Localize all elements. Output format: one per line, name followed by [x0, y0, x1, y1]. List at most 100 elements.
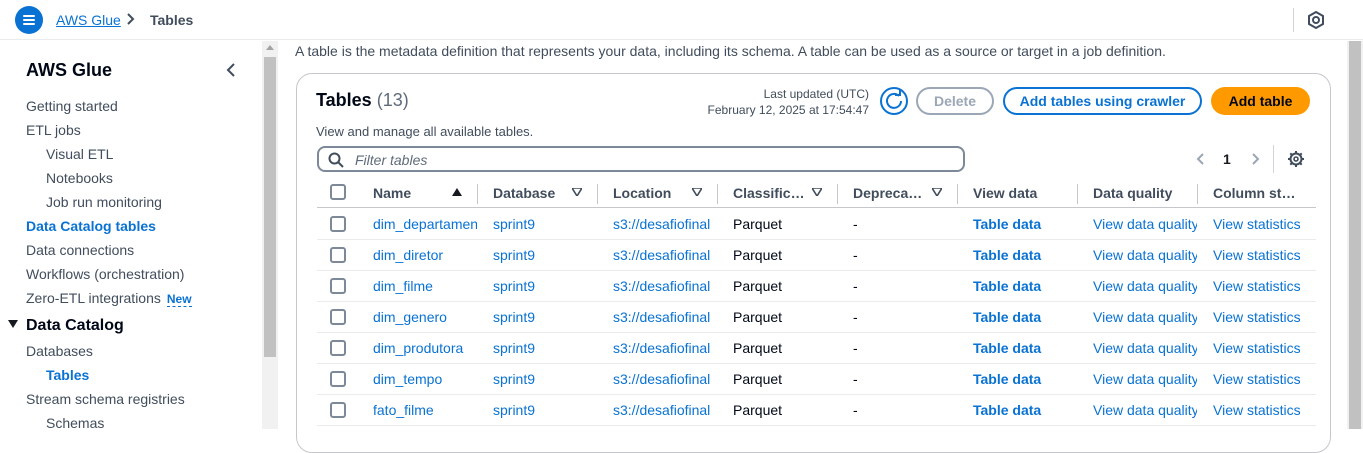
sidebar-item-data-connections[interactable]: Data connections [26, 242, 134, 258]
table-data-link[interactable]: Table data [973, 371, 1077, 387]
next-page-icon[interactable] [1248, 152, 1262, 166]
sidebar-item-visual-etl[interactable]: Visual ETL [46, 146, 113, 162]
row-checkbox[interactable] [330, 247, 346, 263]
row-checkbox[interactable] [330, 216, 346, 232]
location-link[interactable]: s3://desafiofinal [613, 216, 717, 232]
database-link[interactable]: sprint9 [493, 278, 597, 294]
delete-button[interactable]: Delete [916, 87, 994, 115]
sidebar-scrollbar[interactable] [262, 41, 278, 429]
table-name-link[interactable]: dim_filme [373, 278, 477, 294]
location-link[interactable]: s3://desafiofinal [613, 402, 717, 418]
hamburger-menu-icon[interactable] [15, 6, 43, 34]
sidebar-item-stream-schema-registries[interactable]: Stream schema registries [26, 391, 185, 407]
sidebar-item-etl-jobs[interactable]: ETL jobs [26, 122, 81, 138]
sidebar-item-databases[interactable]: Databases [26, 343, 93, 359]
location-link[interactable]: s3://desafiofinal [613, 309, 717, 325]
table-row: dim_tempo sprint9 s3://desafiofinal Parquet… [317, 364, 1316, 395]
column-header-name[interactable]: Name [373, 185, 443, 201]
row-checkbox[interactable] [330, 309, 346, 325]
location-link[interactable]: s3://desafiofinal [613, 340, 717, 356]
breadcrumb-aws-glue[interactable]: AWS Glue [56, 12, 121, 28]
view-data-quality-link[interactable]: View data quality [1093, 278, 1197, 294]
view-statistics-link[interactable]: View statistics [1213, 216, 1316, 232]
view-data-quality-link[interactable]: View data quality [1093, 247, 1197, 263]
select-all-checkbox[interactable] [330, 184, 346, 200]
database-link[interactable]: sprint9 [493, 309, 597, 325]
table-data-link[interactable]: Table data [973, 216, 1077, 232]
sort-ascending-icon[interactable] [452, 188, 462, 196]
refresh-button[interactable] [880, 87, 908, 115]
scrollbar-thumb[interactable] [1349, 41, 1361, 429]
column-divider [1197, 184, 1198, 204]
sort-caret-down-icon[interactable] [932, 188, 942, 196]
view-data-quality-link[interactable]: View data quality [1093, 309, 1197, 325]
filter-tables-input[interactable]: Filter tables [317, 146, 965, 172]
sidebar-item-zero-etl[interactable]: Zero-ETL integrations New [26, 290, 192, 307]
table-data-link[interactable]: Table data [973, 247, 1077, 263]
database-link[interactable]: sprint9 [493, 216, 597, 232]
database-link[interactable]: sprint9 [493, 402, 597, 418]
row-checkbox[interactable] [330, 371, 346, 387]
view-data-quality-link[interactable]: View data quality [1093, 340, 1197, 356]
view-statistics-link[interactable]: View statistics [1213, 402, 1316, 418]
table-data-link[interactable]: Table data [973, 340, 1077, 356]
scrollbar-thumb[interactable] [264, 57, 276, 357]
sidebar-item-workflows[interactable]: Workflows (orchestration) [26, 266, 184, 282]
column-header-location[interactable]: Location [613, 185, 683, 201]
location-link[interactable]: s3://desafiofinal [613, 247, 717, 263]
sidebar-section-data-catalog[interactable]: Data Catalog [8, 317, 124, 335]
database-link[interactable]: sprint9 [493, 371, 597, 387]
table-name-link[interactable]: dim_diretor [373, 247, 477, 263]
column-header-database[interactable]: Database [493, 185, 563, 201]
collapse-sidebar-icon[interactable] [222, 61, 240, 79]
database-link[interactable]: sprint9 [493, 340, 597, 356]
add-table-button[interactable]: Add table [1211, 87, 1310, 115]
deprecated-cell: - [853, 247, 858, 263]
scroll-up-icon[interactable] [266, 45, 274, 50]
sort-caret-down-icon[interactable] [692, 188, 702, 196]
column-header-deprecated[interactable]: Depreca… [853, 185, 923, 201]
location-link[interactable]: s3://desafiofinal [613, 371, 717, 387]
page-number[interactable]: 1 [1223, 151, 1231, 167]
sidebar-item-notebooks[interactable]: Notebooks [46, 170, 113, 186]
row-checkbox[interactable] [330, 278, 346, 294]
view-statistics-link[interactable]: View statistics [1213, 247, 1316, 263]
view-statistics-link[interactable]: View statistics [1213, 278, 1316, 294]
database-link[interactable]: sprint9 [493, 247, 597, 263]
previous-page-icon[interactable] [1194, 152, 1208, 166]
sidebar-item-data-catalog-tables[interactable]: Data Catalog tables [26, 218, 156, 234]
table-header: Name Database Location Classific… Deprec… [317, 178, 1316, 208]
table-count: (13) [376, 90, 409, 110]
last-updated-value: February 12, 2025 at 17:54:47 [707, 103, 869, 117]
page-scrollbar[interactable] [1347, 41, 1363, 429]
table-name-link[interactable]: dim_departamento [373, 216, 477, 232]
view-data-quality-link[interactable]: View data quality [1093, 216, 1197, 232]
table-data-link[interactable]: Table data [973, 402, 1077, 418]
view-statistics-link[interactable]: View statistics [1213, 309, 1316, 325]
classification-cell: Parquet [733, 340, 783, 356]
cloudshell-icon[interactable] [1306, 10, 1326, 30]
add-tables-crawler-button[interactable]: Add tables using crawler [1003, 87, 1202, 115]
deprecated-cell: - [853, 309, 858, 325]
gear-icon[interactable] [1287, 150, 1305, 168]
table-data-link[interactable]: Table data [973, 309, 1077, 325]
row-checkbox[interactable] [330, 402, 346, 418]
last-updated-label: Last updated (UTC) [763, 87, 869, 101]
table-name-link[interactable]: dim_tempo [373, 371, 477, 387]
location-link[interactable]: s3://desafiofinal [613, 278, 717, 294]
sort-caret-down-icon[interactable] [572, 188, 582, 196]
table-name-link[interactable]: fato_filme [373, 402, 477, 418]
sidebar-item-getting-started[interactable]: Getting started [26, 98, 118, 114]
view-data-quality-link[interactable]: View data quality [1093, 371, 1197, 387]
view-statistics-link[interactable]: View statistics [1213, 340, 1316, 356]
column-header-classification[interactable]: Classific… [733, 185, 803, 201]
view-data-quality-link[interactable]: View data quality [1093, 402, 1197, 418]
view-statistics-link[interactable]: View statistics [1213, 371, 1316, 387]
sidebar-item-tables[interactable]: Tables [46, 367, 89, 383]
sidebar-item-job-run-monitoring[interactable]: Job run monitoring [46, 194, 162, 210]
sort-caret-down-icon[interactable] [812, 188, 822, 196]
table-data-link[interactable]: Table data [973, 278, 1077, 294]
table-name-link[interactable]: dim_produtora [373, 340, 477, 356]
row-checkbox[interactable] [330, 340, 346, 356]
table-name-link[interactable]: dim_genero [373, 309, 477, 325]
